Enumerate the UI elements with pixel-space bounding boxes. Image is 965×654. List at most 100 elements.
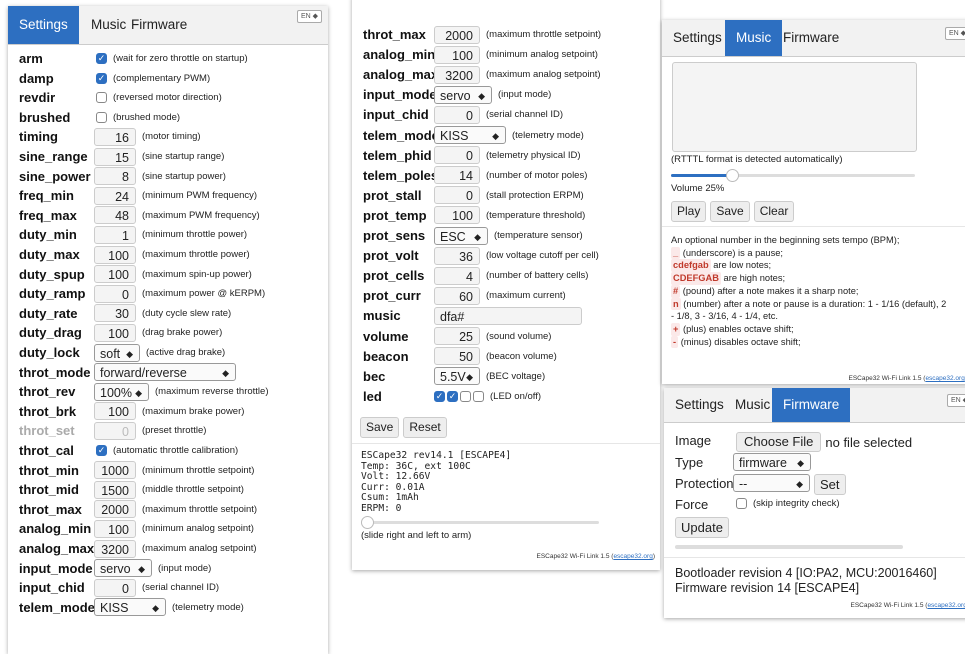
led-2-checkbox[interactable] xyxy=(460,390,471,402)
led-3-checkbox[interactable] xyxy=(473,390,484,402)
arm-checkbox[interactable]: ✓ xyxy=(96,53,107,64)
brushed-checkbox[interactable] xyxy=(96,111,107,123)
duty-spup-input[interactable]: 100 xyxy=(94,265,136,284)
timing-input[interactable]: 16 xyxy=(94,127,136,146)
choose-file-button[interactable]: Choose File xyxy=(736,432,822,452)
melody-textarea[interactable] xyxy=(672,62,917,152)
duty-min-input[interactable]: 1 xyxy=(94,225,136,244)
sine-range-input[interactable]: 15 xyxy=(94,147,136,166)
prot-stall-input[interactable]: 0 xyxy=(434,186,480,205)
footer-link[interactable]: escape32.org xyxy=(927,602,965,609)
volume-slider-knob[interactable] xyxy=(726,169,739,182)
telem-poles-input[interactable]: 14 xyxy=(434,166,480,185)
throt-set-input[interactable]: 0 xyxy=(94,421,136,440)
help-text: (number) after a note or pause is a dura… xyxy=(680,298,947,309)
prot-curr-input[interactable]: 60 xyxy=(434,286,480,305)
force-checkbox[interactable] xyxy=(736,498,747,509)
freq-max-input[interactable]: 48 xyxy=(94,206,136,225)
param-desc: (maximum spin-up power) xyxy=(142,268,252,280)
param-row-input-mode: input_mode servo ◆ (input mode) xyxy=(363,85,551,104)
prot-volt-input[interactable]: 36 xyxy=(434,246,480,265)
help-text: are low notes; xyxy=(710,260,772,271)
telem-mode-select[interactable]: KISS ◆ xyxy=(434,126,506,144)
analog-min-input[interactable]: 100 xyxy=(434,45,480,64)
param-row-prot-curr: prot_curr 60 (maximum current) xyxy=(363,286,566,305)
throt-min-input[interactable]: 1000 xyxy=(94,461,136,480)
volume-input[interactable]: 25 xyxy=(434,327,480,345)
param-desc: (number of motor poles) xyxy=(486,169,588,181)
throt-mid-input[interactable]: 1500 xyxy=(94,480,136,499)
param-label: telem_phid xyxy=(363,147,432,163)
tab-settings[interactable]: Settings xyxy=(662,20,733,56)
sine-power-input[interactable]: 8 xyxy=(94,167,136,186)
input-chid-input[interactable]: 0 xyxy=(434,105,480,124)
reset-button[interactable]: Reset xyxy=(403,417,447,438)
play-button[interactable]: Play xyxy=(671,201,707,222)
throt-max-input[interactable]: 2000 xyxy=(94,500,136,519)
freq-min-input[interactable]: 24 xyxy=(94,186,136,205)
damp-checkbox[interactable]: ✓ xyxy=(96,72,107,84)
help-line: - 1/8, 3 - 3/16, 4 - 1/4, etc. xyxy=(671,311,778,322)
throt-mode-select[interactable]: forward/reverse ◆ xyxy=(94,363,236,382)
duty-max-input[interactable]: 100 xyxy=(94,245,136,264)
led-1-checkbox[interactable]: ✓ xyxy=(447,390,458,402)
duty-ramp-input[interactable]: 0 xyxy=(94,284,136,303)
arm-slider-knob[interactable] xyxy=(361,516,374,529)
telem-mode-select[interactable]: KISS ◆ xyxy=(94,598,166,617)
help-text: (minus) disables octave shift; xyxy=(678,336,801,347)
prot-cells-input[interactable]: 4 xyxy=(434,266,480,285)
set-button[interactable]: Set xyxy=(814,474,846,495)
beacon-input[interactable]: 50 xyxy=(434,347,480,366)
music-input[interactable]: dfa# xyxy=(434,306,582,325)
revdir-checkbox[interactable] xyxy=(96,92,107,104)
duty-rate-input[interactable]: 30 xyxy=(94,304,136,323)
param-desc: (complementary PWM) xyxy=(113,72,211,84)
led-checkboxes[interactable]: ✓ ✓ xyxy=(434,390,484,402)
param-desc: (low voltage cutoff per cell) xyxy=(486,250,599,262)
duty-lock-select[interactable]: soft ◆ xyxy=(94,343,140,362)
tab-firmware[interactable]: Firmware xyxy=(772,20,850,56)
clear-button[interactable]: Clear xyxy=(753,201,795,222)
volume-slider[interactable] xyxy=(671,169,915,182)
telem-phid-input[interactable]: 0 xyxy=(434,146,480,165)
param-row-telem-mode: telem_mode KISS ◆ (telemetry mode) xyxy=(19,598,244,617)
prot-sens-select[interactable]: ESC ◆ xyxy=(434,226,488,245)
footer-link[interactable]: escape32.org xyxy=(613,553,652,560)
input-chid-input[interactable]: 0 xyxy=(94,578,136,597)
throt-cal-checkbox[interactable]: ✓ xyxy=(96,445,107,456)
throt-max-input[interactable]: 2000 xyxy=(434,25,480,44)
chevron-icon: ◆ xyxy=(138,564,145,575)
prot-temp-input[interactable]: 100 xyxy=(434,206,480,225)
analog-min-input[interactable]: 100 xyxy=(94,519,136,538)
throt-brk-input[interactable]: 100 xyxy=(94,402,136,421)
duty-drag-input[interactable]: 100 xyxy=(94,323,136,342)
footer-link[interactable]: escape32.org xyxy=(925,375,964,382)
chevron-icon: ◆ xyxy=(466,372,473,383)
tab-firmware[interactable]: Firmware xyxy=(120,6,198,44)
bec-select[interactable]: 5.5V ◆ xyxy=(434,367,480,386)
param-row-bec: bec 5.5V ◆ (BEC voltage) xyxy=(363,367,545,386)
throt-rev-select[interactable]: 100% ◆ xyxy=(94,382,149,401)
param-label: sine_range xyxy=(19,149,88,164)
arm-slider[interactable] xyxy=(361,516,599,529)
analog-max-input[interactable]: 3200 xyxy=(94,539,136,558)
analog-max-input[interactable]: 3200 xyxy=(434,65,480,84)
language-select[interactable]: EN ◆ xyxy=(296,10,322,23)
param-desc: (serial channel ID) xyxy=(142,582,220,594)
language-select[interactable]: EN ◆ xyxy=(946,394,965,407)
tab-settings[interactable]: Settings xyxy=(8,6,79,44)
protection-select[interactable]: -- ◆ xyxy=(733,474,810,492)
input-mode-select[interactable]: servo ◆ xyxy=(94,559,152,578)
input-mode-select[interactable]: servo ◆ xyxy=(434,85,492,104)
save-button[interactable]: Save xyxy=(710,201,750,222)
tab-firmware[interactable]: Firmware xyxy=(772,388,851,422)
update-button[interactable]: Update xyxy=(675,517,729,538)
save-button[interactable]: Save xyxy=(360,417,400,438)
select-value: servo xyxy=(100,562,131,577)
language-select[interactable]: EN ◆ xyxy=(944,27,965,40)
param-row-beacon: beacon 50 (beacon volume) xyxy=(363,347,557,366)
type-select[interactable]: firmware ◆ xyxy=(733,453,811,471)
param-row-throt-rev: throt_rev 100% ◆ (maximum reverse throttle) xyxy=(19,382,269,401)
led-0-checkbox[interactable]: ✓ xyxy=(434,390,445,402)
select-value: ESC xyxy=(440,229,466,244)
